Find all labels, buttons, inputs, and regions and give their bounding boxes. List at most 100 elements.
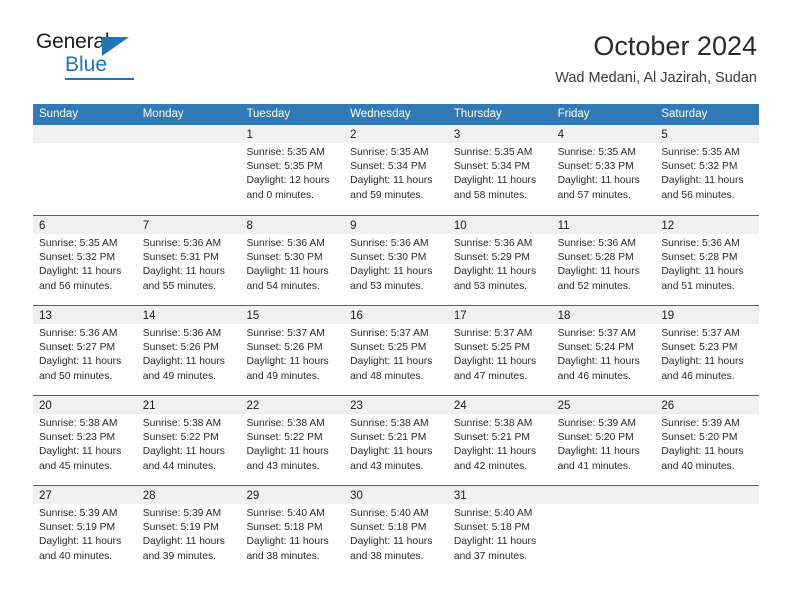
sunset-text: Sunset: 5:19 PM: [142, 522, 219, 534]
calendar-day-cell[interactable]: 9 Sunrise: 5:36 AM Sunset: 5:30 PM Daylight…: [344, 216, 448, 305]
sunrise-text: Sunrise: 5:35 AM: [246, 147, 325, 158]
calendar-week-row: 27 Sunrise: 5:39 AM Sunset: 5:19 PM Dayligh…: [33, 485, 760, 575]
sunrise-text: Sunrise: 5:36 AM: [661, 238, 740, 249]
calendar-day-cell[interactable]: 7 Sunrise: 5:36 AM Sunset: 5:31 PM Daylight…: [136, 216, 241, 305]
calendar-day-cell[interactable]: 12 Sunrise: 5:36 AM Sunset: 5:28 PM Dayligh…: [655, 216, 760, 305]
day-detail: Sunrise: 5:40 AM Sunset: 5:18 PM Daylight:…: [448, 504, 552, 564]
daylight-text-line2: and 0 minutes.: [246, 189, 314, 201]
calendar-day-cell-empty: [551, 486, 656, 575]
calendar-day-cell[interactable]: 10 Sunrise: 5:36 AM Sunset: 5:29 PM Dayligh…: [447, 216, 552, 305]
daylight-text-line2: and 43 minutes.: [350, 460, 424, 472]
calendar-day-cell[interactable]: 1 Sunrise: 5:35 AM Sunset: 5:35 PM Daylight…: [240, 125, 345, 215]
weekday-header-wednesday: Wednesday: [350, 108, 411, 120]
calendar-day-cell[interactable]: 22 Sunrise: 5:38 AM Sunset: 5:22 PM Dayligh…: [240, 396, 345, 485]
sunset-text: Sunset: 5:18 PM: [453, 522, 531, 534]
day-number-band: 16: [344, 306, 448, 324]
sunrise-text: Sunrise: 5:36 AM: [246, 238, 325, 249]
day-number: 18: [557, 310, 571, 322]
calendar-day-cell[interactable]: 23 Sunrise: 5:38 AM Sunset: 5:21 PM Dayligh…: [344, 396, 448, 485]
daylight-text-line2: and 46 minutes.: [557, 370, 631, 382]
calendar-day-cell[interactable]: 18 Sunrise: 5:37 AM Sunset: 5:24 PM Dayligh…: [551, 306, 656, 395]
day-detail: Sunrise: 5:40 AM Sunset: 5:18 PM Daylight:…: [240, 504, 344, 564]
calendar-day-cell[interactable]: 26 Sunrise: 5:39 AM Sunset: 5:20 PM Dayligh…: [655, 396, 760, 485]
sunset-text: Sunset: 5:28 PM: [557, 252, 634, 264]
sunset-text: Sunset: 5:23 PM: [661, 342, 738, 354]
day-number: 9: [350, 220, 357, 232]
sunrise-text: Sunrise: 5:38 AM: [350, 418, 429, 429]
calendar-day-cell[interactable]: 19 Sunrise: 5:37 AM Sunset: 5:23 PM Dayligh…: [655, 306, 760, 395]
daylight-text-line1: Daylight: 11 hours: [142, 536, 225, 548]
daylight-text-line2: and 54 minutes.: [246, 280, 320, 292]
calendar-day-cell[interactable]: 29 Sunrise: 5:40 AM Sunset: 5:18 PM Dayligh…: [240, 486, 345, 575]
day-number-band: 21: [136, 396, 241, 414]
day-number: 10: [453, 220, 467, 232]
daylight-text-line2: and 51 minutes.: [661, 280, 735, 292]
day-number: 16: [350, 310, 363, 322]
sunrise-text: Sunrise: 5:36 AM: [350, 238, 429, 249]
day-detail: Sunrise: 5:36 AM Sunset: 5:29 PM Daylight:…: [448, 234, 552, 294]
calendar-day-cell[interactable]: 3 Sunrise: 5:35 AM Sunset: 5:34 PM Daylight…: [447, 125, 552, 215]
calendar-day-cell[interactable]: 13 Sunrise: 5:36 AM Sunset: 5:27 PM Dayligh…: [33, 306, 137, 395]
day-number: 19: [661, 310, 675, 322]
day-number: 29: [246, 490, 260, 502]
calendar-grid: Sunday Monday Tuesday Wednesday Thursday Frid…: [33, 104, 760, 575]
calendar-week-row: 13 Sunrise: 5:36 AM Sunset: 5:27 PM Dayligh…: [33, 305, 760, 395]
calendar-day-cell[interactable]: 14 Sunrise: 5:36 AM Sunset: 5:26 PM Dayligh…: [136, 306, 241, 395]
day-number-band: 6: [33, 216, 137, 234]
calendar-day-cell[interactable]: 30 Sunrise: 5:40 AM Sunset: 5:18 PM Dayligh…: [344, 486, 448, 575]
sunrise-text: Sunrise: 5:36 AM: [142, 238, 222, 249]
day-number-band: 14: [136, 306, 241, 324]
calendar-day-cell[interactable]: 11 Sunrise: 5:36 AM Sunset: 5:28 PM Dayligh…: [551, 216, 656, 305]
calendar-day-cell[interactable]: 5 Sunrise: 5:35 AM Sunset: 5:32 PM Daylight…: [655, 125, 760, 215]
daylight-text-line1: Daylight: 11 hours: [350, 356, 433, 368]
calendar-day-cell[interactable]: 16 Sunrise: 5:37 AM Sunset: 5:25 PM Dayligh…: [344, 306, 448, 395]
day-number: 2: [350, 129, 357, 141]
sunrise-text: Sunrise: 5:35 AM: [453, 147, 533, 158]
calendar-day-cell[interactable]: 24 Sunrise: 5:38 AM Sunset: 5:21 PM Dayligh…: [447, 396, 552, 485]
sunset-text: Sunset: 5:34 PM: [453, 161, 531, 173]
calendar-day-cell[interactable]: 31 Sunrise: 5:40 AM Sunset: 5:18 PM Dayligh…: [447, 486, 552, 575]
calendar-weeks: 1 Sunrise: 5:35 AM Sunset: 5:35 PM Daylight…: [33, 125, 760, 575]
sunrise-text: Sunrise: 5:36 AM: [557, 238, 637, 249]
daylight-text-line2: and 38 minutes.: [246, 550, 320, 562]
sunrise-text: Sunrise: 5:37 AM: [453, 328, 533, 339]
calendar-day-cell[interactable]: 6 Sunrise: 5:35 AM Sunset: 5:32 PM Daylight…: [33, 216, 137, 305]
sunset-text: Sunset: 5:25 PM: [453, 342, 531, 354]
logo-text-general: General: [36, 30, 110, 53]
day-detail: Sunrise: 5:38 AM Sunset: 5:21 PM Daylight:…: [448, 414, 552, 474]
weekday-header-tuesday: Tuesday: [246, 108, 291, 120]
day-number-band: 3: [447, 125, 552, 143]
day-detail: Sunrise: 5:39 AM Sunset: 5:20 PM Daylight:…: [552, 414, 656, 474]
daylight-text-line2: and 47 minutes.: [453, 370, 528, 382]
calendar-day-cell[interactable]: 4 Sunrise: 5:35 AM Sunset: 5:33 PM Daylight…: [551, 125, 656, 215]
day-detail: Sunrise: 5:39 AM Sunset: 5:19 PM Daylight:…: [33, 504, 137, 564]
day-number-band: 23: [344, 396, 448, 414]
daylight-text-line1: Daylight: 11 hours: [246, 446, 329, 458]
general-blue-logo[interactable]: General Blue: [36, 31, 148, 81]
calendar-day-cell[interactable]: 15 Sunrise: 5:37 AM Sunset: 5:26 PM Dayligh…: [240, 306, 345, 395]
day-detail: Sunrise: 5:35 AM Sunset: 5:34 PM Daylight:…: [448, 143, 552, 203]
day-number-band: 22: [240, 396, 345, 414]
day-detail: Sunrise: 5:35 AM Sunset: 5:32 PM Daylight:…: [655, 143, 759, 203]
calendar-day-cell[interactable]: 25 Sunrise: 5:39 AM Sunset: 5:20 PM Dayligh…: [551, 396, 656, 485]
sunset-text: Sunset: 5:20 PM: [661, 432, 738, 444]
day-detail: Sunrise: 5:37 AM Sunset: 5:26 PM Daylight:…: [240, 324, 344, 384]
daylight-text-line1: Daylight: 11 hours: [661, 356, 744, 368]
sunrise-text: Sunrise: 5:38 AM: [39, 418, 118, 429]
calendar-day-cell[interactable]: 17 Sunrise: 5:37 AM Sunset: 5:25 PM Dayligh…: [447, 306, 552, 395]
calendar-day-cell[interactable]: 2 Sunrise: 5:35 AM Sunset: 5:34 PM Daylight…: [344, 125, 448, 215]
day-number-band: 12: [655, 216, 760, 234]
day-number-band: 10: [447, 216, 552, 234]
calendar-day-cell[interactable]: 8 Sunrise: 5:36 AM Sunset: 5:30 PM Daylight…: [240, 216, 345, 305]
calendar-day-cell[interactable]: 27 Sunrise: 5:39 AM Sunset: 5:19 PM Dayligh…: [33, 486, 137, 575]
day-number: 24: [453, 400, 467, 412]
calendar-day-cell[interactable]: 21 Sunrise: 5:38 AM Sunset: 5:22 PM Dayligh…: [136, 396, 241, 485]
daylight-text-line1: Daylight: 11 hours: [661, 266, 744, 278]
calendar-day-cell[interactable]: 20 Sunrise: 5:38 AM Sunset: 5:23 PM Dayligh…: [33, 396, 137, 485]
daylight-text-line2: and 40 minutes.: [661, 460, 735, 472]
calendar-day-cell[interactable]: 28 Sunrise: 5:39 AM Sunset: 5:19 PM Dayligh…: [136, 486, 241, 575]
sunset-text: Sunset: 5:22 PM: [142, 432, 219, 444]
day-number-band: 19: [655, 306, 760, 324]
daylight-text-line1: Daylight: 11 hours: [246, 536, 329, 548]
daylight-text-line2: and 44 minutes.: [142, 460, 216, 472]
